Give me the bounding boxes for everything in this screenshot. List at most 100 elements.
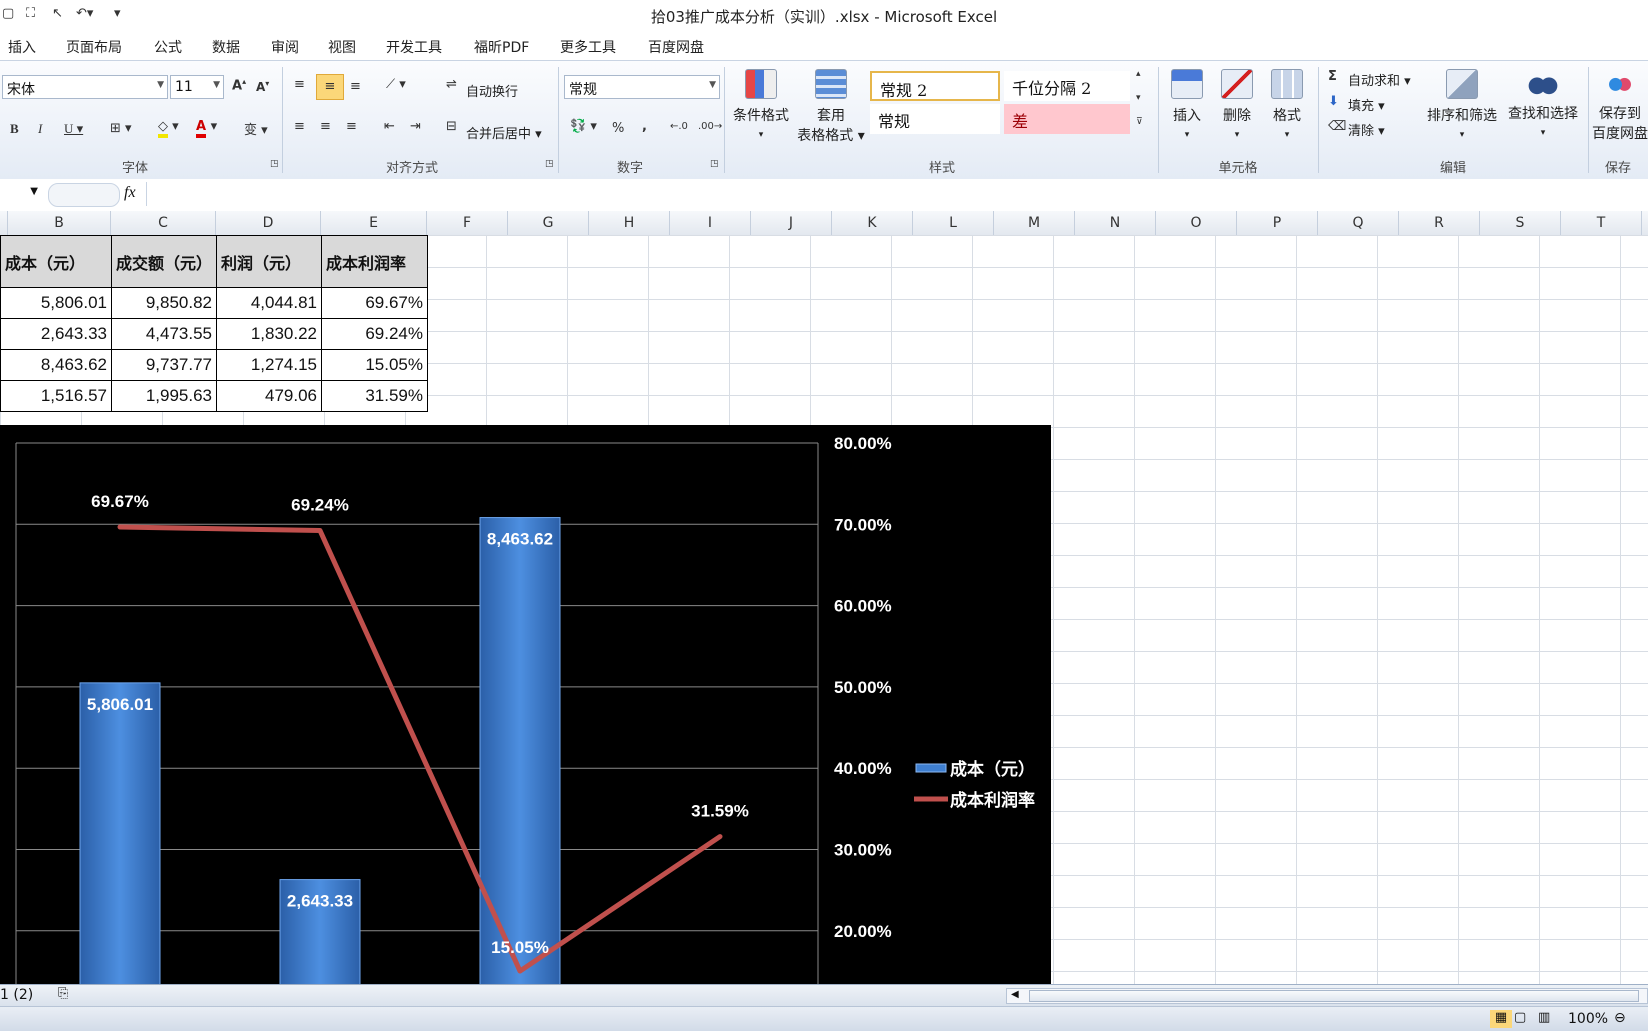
delete-cells-button[interactable]: 删除 ▾: [1214, 69, 1260, 141]
increase-indent-icon[interactable]: ⇥: [410, 119, 421, 134]
style-normal[interactable]: 常规: [870, 104, 1000, 134]
decrease-decimal-icon[interactable]: .00→: [698, 121, 722, 132]
border-icon[interactable]: ⊞ ▾: [110, 121, 132, 136]
table-cell[interactable]: 2,643.33: [0, 318, 112, 350]
table-header-cell[interactable]: 成本利润率: [321, 235, 428, 288]
align-bottom-icon[interactable]: ≡: [350, 79, 361, 94]
sort-filter-button[interactable]: 排序和筛选 ▾: [1422, 69, 1502, 141]
font-dialog-launcher-icon[interactable]: ◳: [270, 159, 279, 169]
style-normal-2[interactable]: 常规 2: [870, 71, 1000, 101]
styles-more-icon[interactable]: ⊽: [1136, 117, 1143, 127]
scrollbar-thumb[interactable]: [1029, 990, 1639, 1002]
align-left-icon[interactable]: ≡: [294, 119, 305, 134]
column-header[interactable]: S: [1480, 211, 1561, 235]
table-cell[interactable]: 8,463.62: [0, 349, 112, 381]
page-break-view-icon[interactable]: ▥: [1538, 1010, 1550, 1025]
insert-cells-button[interactable]: 插入 ▾: [1164, 69, 1210, 141]
table-cell[interactable]: 5,806.01: [0, 287, 112, 319]
comma-style-button[interactable]: ,: [642, 119, 647, 134]
scroll-left-icon[interactable]: ◀: [1011, 989, 1019, 1000]
column-header[interactable]: H: [589, 211, 670, 235]
bold-icon[interactable]: B: [10, 121, 19, 137]
column-header[interactable]: J: [751, 211, 832, 235]
tab-review[interactable]: 审阅: [271, 37, 299, 57]
column-header[interactable]: Q: [1318, 211, 1399, 235]
table-cell[interactable]: 4,473.55: [111, 318, 217, 350]
wrap-text-button[interactable]: 自动换行: [466, 81, 518, 100]
table-cell[interactable]: 9,850.82: [111, 287, 217, 319]
table-cell[interactable]: 1,830.22: [216, 318, 322, 350]
save-to-baidu-button[interactable]: 保存到 百度网盘: [1592, 69, 1648, 143]
wrap-text-icon[interactable]: ⇌: [446, 77, 457, 92]
style-bad[interactable]: 差: [1004, 104, 1130, 134]
name-box-dropdown-icon[interactable]: ▼: [30, 186, 38, 197]
column-header[interactable]: E: [321, 211, 427, 235]
fill-button[interactable]: 填充 ▾: [1348, 95, 1385, 114]
normal-view-icon[interactable]: ▦: [1490, 1010, 1512, 1028]
tab-page-layout[interactable]: 页面布局: [66, 37, 122, 57]
column-header[interactable]: K: [832, 211, 913, 235]
column-header[interactable]: M: [994, 211, 1075, 235]
styles-scroll-up-icon[interactable]: ▴: [1136, 69, 1141, 79]
row-header-corner[interactable]: [0, 211, 8, 235]
insert-function-button[interactable]: fx: [124, 184, 136, 202]
page-layout-view-icon[interactable]: ▢: [1514, 1010, 1526, 1025]
table-cell[interactable]: 9,737.77: [111, 349, 217, 381]
fill-color-icon[interactable]: ◇ ▾: [158, 119, 179, 138]
tab-data[interactable]: 数据: [212, 37, 240, 57]
font-name-combo[interactable]: 宋体 ▼: [2, 75, 168, 99]
tab-foxit-pdf[interactable]: 福昕PDF: [474, 37, 529, 57]
insert-sheet-icon[interactable]: ⎘: [58, 986, 68, 1001]
column-header[interactable]: T: [1561, 211, 1642, 235]
table-cell[interactable]: 15.05%: [321, 349, 428, 381]
style-comma-2[interactable]: 千位分隔 2: [1004, 71, 1130, 101]
clear-button[interactable]: 清除 ▾: [1348, 120, 1385, 139]
column-header[interactable]: R: [1399, 211, 1480, 235]
column-header[interactable]: D: [216, 211, 321, 235]
tab-insert[interactable]: 插入: [8, 37, 36, 57]
column-header[interactable]: I: [670, 211, 751, 235]
grow-font-icon[interactable]: A▴: [232, 77, 246, 93]
align-right-icon[interactable]: ≡: [346, 119, 357, 134]
column-header[interactable]: O: [1156, 211, 1237, 235]
number-format-combo[interactable]: 常规 ▼: [564, 75, 720, 99]
table-header-cell[interactable]: 成本（元）: [0, 235, 112, 288]
zoom-level[interactable]: 100%: [1568, 1011, 1608, 1027]
styles-scroll-down-icon[interactable]: ▾: [1136, 93, 1141, 103]
number-dialog-launcher-icon[interactable]: ◳: [710, 159, 719, 169]
currency-icon[interactable]: 💱 ▾: [570, 119, 597, 134]
table-cell[interactable]: 69.67%: [321, 287, 428, 319]
zoom-out-icon[interactable]: ⊖: [1614, 1010, 1626, 1026]
formula-input[interactable]: [146, 182, 1648, 206]
column-header[interactable]: F: [427, 211, 508, 235]
orientation-icon[interactable]: ⟋ ▾: [386, 77, 406, 92]
align-middle-icon[interactable]: ≡: [316, 74, 344, 100]
percent-button[interactable]: %: [612, 121, 624, 136]
find-select-button[interactable]: 查找和选择 ▾: [1504, 69, 1582, 139]
decrease-indent-icon[interactable]: ⇤: [384, 119, 395, 134]
sheet-tab[interactable]: 1 (2): [0, 987, 33, 1003]
autosum-button[interactable]: 自动求和 ▾: [1348, 70, 1411, 89]
tab-baidu-netdisk[interactable]: 百度网盘: [648, 37, 704, 57]
combo-chart[interactable]: 5,806.01 2,643.33 8,463.62 69.67% 69.24% 15.0…: [0, 425, 1051, 984]
merge-center-icon[interactable]: ⊟: [446, 119, 457, 134]
column-header[interactable]: C: [111, 211, 216, 235]
tab-view[interactable]: 视图: [328, 37, 356, 57]
format-cells-button[interactable]: 格式 ▾: [1264, 69, 1310, 141]
tab-formulas[interactable]: 公式: [154, 37, 182, 57]
phonetic-icon[interactable]: 变 ▾: [244, 119, 268, 138]
horizontal-scrollbar[interactable]: ◀: [1006, 988, 1648, 1004]
table-cell[interactable]: 31.59%: [321, 380, 428, 412]
format-as-table-button[interactable]: 套用 表格格式 ▾: [796, 69, 866, 145]
tab-developer[interactable]: 开发工具: [386, 37, 442, 57]
table-cell[interactable]: 4,044.81: [216, 287, 322, 319]
table-header-cell[interactable]: 成交额（元）: [111, 235, 217, 288]
column-header[interactable]: N: [1075, 211, 1156, 235]
tab-more-tools[interactable]: 更多工具: [560, 37, 616, 57]
column-header[interactable]: G: [508, 211, 589, 235]
table-cell[interactable]: 1,995.63: [111, 380, 217, 412]
name-box[interactable]: ▼: [0, 183, 42, 205]
align-center-icon[interactable]: ≡: [320, 119, 331, 134]
font-color-icon[interactable]: A ▾: [196, 119, 217, 138]
merge-center-button[interactable]: 合并后居中 ▾: [466, 123, 542, 142]
